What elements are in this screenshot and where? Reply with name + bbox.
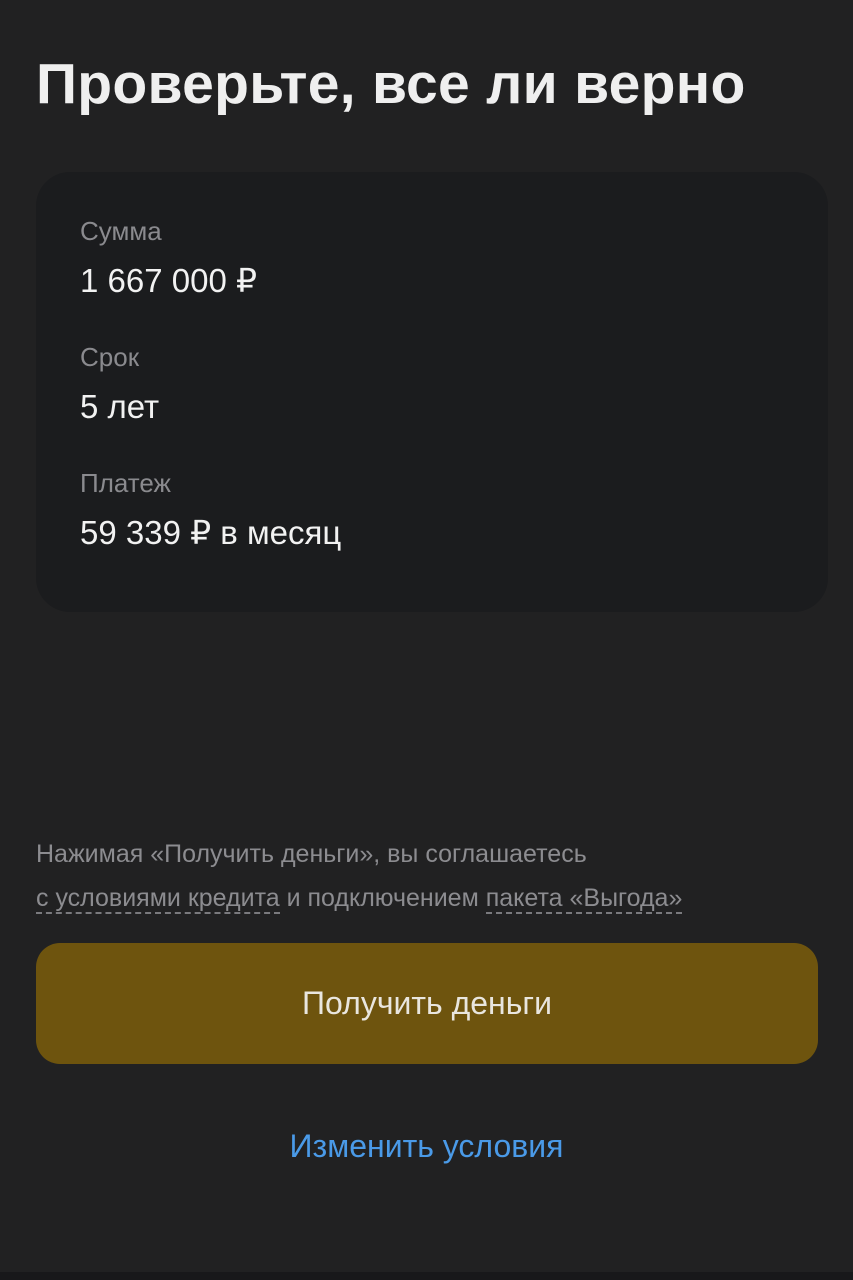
amount-value: 1 667 000 ₽ xyxy=(80,262,257,300)
package-link[interactable]: пакета «Выгода» xyxy=(485,884,683,914)
bottom-divider xyxy=(0,1272,853,1280)
payment-field: Платеж 59 339 ₽ в месяц xyxy=(80,468,341,553)
consent-middle: и подключением xyxy=(279,884,486,912)
term-value: 5 лет xyxy=(80,388,160,426)
term-label: Срок xyxy=(80,342,140,372)
page-title: Проверьте, все ли верно xyxy=(36,52,746,116)
change-conditions-link[interactable]: Изменить условия xyxy=(0,1128,853,1165)
loan-terms-link[interactable]: с условиями кредита xyxy=(36,884,280,914)
amount-label: Сумма xyxy=(80,216,162,246)
consent-text: Нажимая «Получить деньги», вы соглашаете… xyxy=(36,832,826,920)
loan-summary-card: Сумма 1 667 000 ₽ Срок 5 лет Платеж 59 3… xyxy=(36,172,828,612)
consent-prefix: Нажимая «Получить деньги», вы соглашаете… xyxy=(36,840,587,868)
term-field: Срок 5 лет xyxy=(80,342,159,427)
payment-label: Платеж xyxy=(80,468,171,498)
payment-value: 59 339 ₽ в месяц xyxy=(80,514,342,552)
get-money-button[interactable]: Получить деньги xyxy=(36,943,818,1064)
amount-field: Сумма 1 667 000 ₽ xyxy=(80,216,257,301)
